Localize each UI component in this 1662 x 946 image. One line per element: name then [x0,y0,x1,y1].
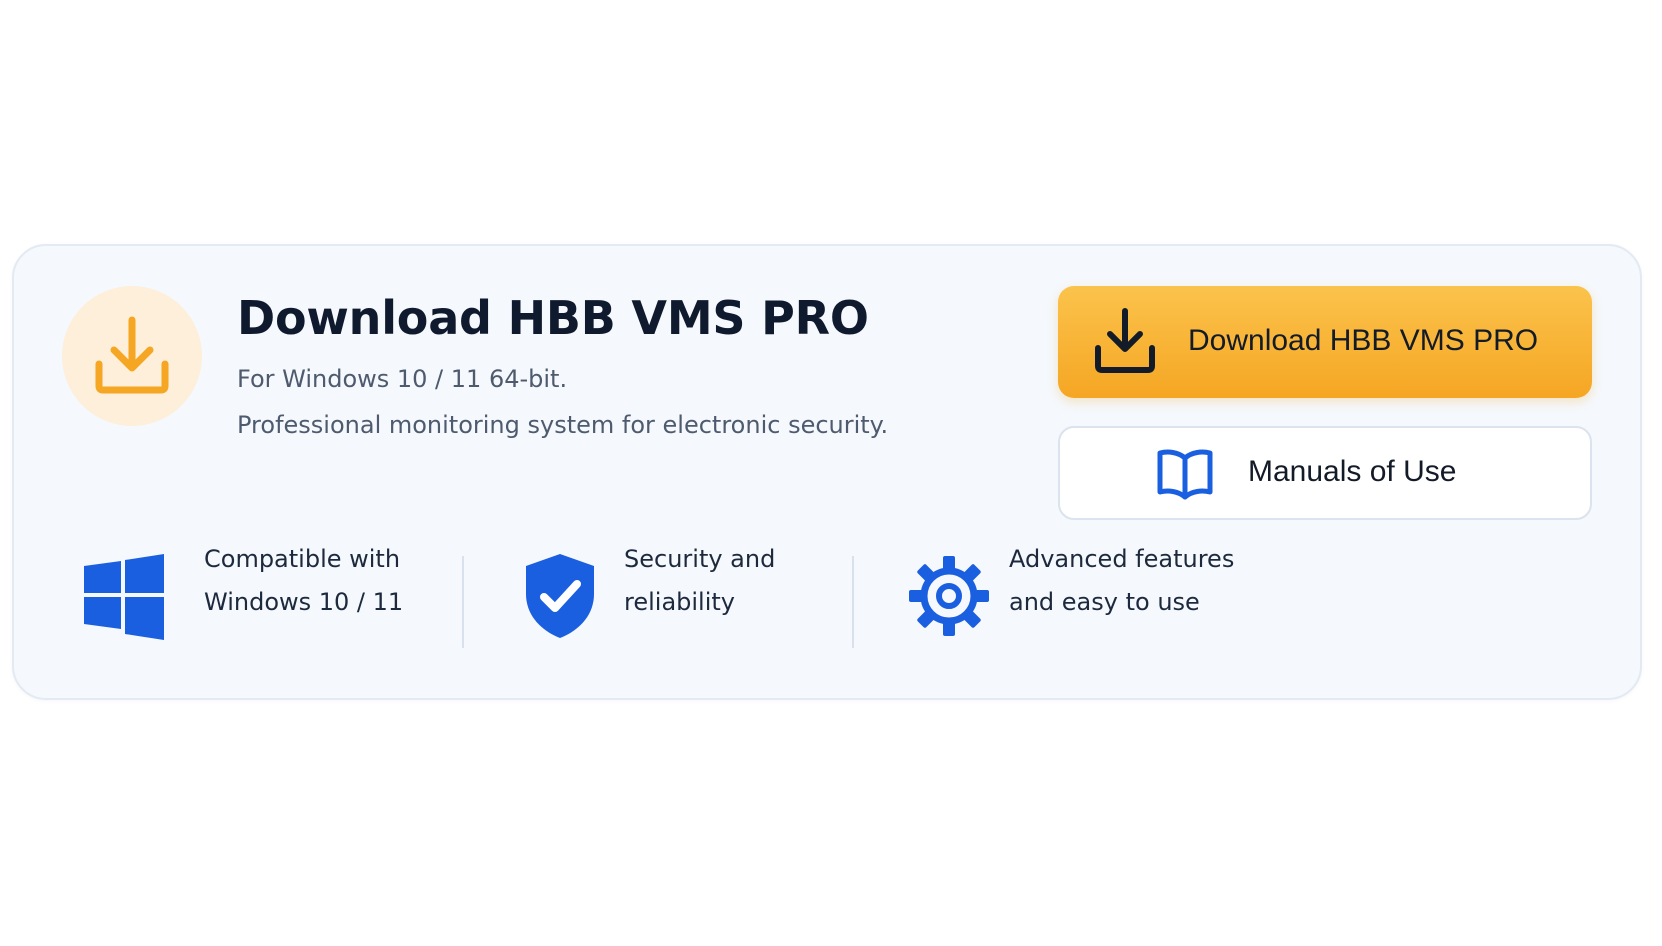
feature-security: Security and reliability [624,538,775,624]
feature-advanced: Advanced features and easy to use [1009,538,1234,624]
manuals-button[interactable]: Manuals of Use [1058,426,1592,520]
shield-check-icon [524,552,596,644]
download-card: Download HBB VMS PRO For Windows 10 / 11… [12,244,1642,700]
feature-divider [462,556,464,648]
feature-compatibility: Compatible with Windows 10 / 11 [204,538,403,624]
book-icon [1156,448,1214,500]
feature-line: reliability [624,588,735,616]
hero-download-icon [62,286,202,426]
feature-line: Windows 10 / 11 [204,588,404,616]
windows-icon [84,554,164,644]
feature-line: Advanced features [1009,545,1235,573]
feature-line: Compatible with [204,545,401,573]
download-icon [95,316,169,394]
feature-line: Security and [624,545,776,573]
product-description: Professional monitoring system for elect… [237,411,889,439]
feature-divider [852,556,854,648]
page-title: Download HBB VMS PRO [237,291,869,345]
download-button[interactable]: Download HBB VMS PRO [1058,286,1592,398]
download-icon [1090,306,1160,376]
gear-icon [907,554,991,642]
feature-line: and easy to use [1009,588,1200,616]
platform-subtitle: For Windows 10 / 11 64-bit. [237,365,568,393]
download-button-label: Download HBB VMS PRO [1188,324,1539,357]
manuals-button-label: Manuals of Use [1248,455,1457,488]
